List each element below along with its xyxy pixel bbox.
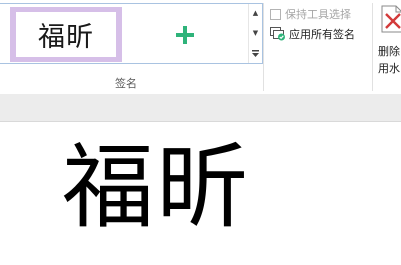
ribbon-bottom-band — [0, 94, 401, 122]
apply-all-signatures-button[interactable]: 应用所有签名 — [270, 26, 355, 42]
apply-all-signatures-label: 应用所有签名 — [289, 28, 355, 41]
keep-tool-selected-label: 保持工具选择 — [285, 8, 351, 21]
delete-watermark-label-line1: 删除 — [378, 45, 400, 58]
ribbon: 福昕 ▲ ▼ 签名 保持工具选择 应用所有签名 删除 用水 — [0, 0, 401, 95]
signature-group-label: 签名 — [115, 77, 137, 90]
placed-signature[interactable]: 福昕 — [62, 136, 250, 240]
signature-gallery: 福昕 ▲ ▼ — [0, 3, 263, 64]
gallery-more-button[interactable] — [249, 44, 262, 62]
add-signature-button[interactable] — [170, 20, 200, 50]
delete-watermark-button[interactable]: 删除 用水 — [378, 5, 401, 75]
triangle-up-icon: ▲ — [252, 9, 259, 17]
gallery-scrollbar: ▲ ▼ — [248, 4, 262, 63]
group-separator — [263, 3, 264, 91]
gallery-scroll-down-button[interactable]: ▼ — [249, 24, 262, 42]
gallery-scroll-up-button[interactable]: ▲ — [249, 4, 262, 22]
plus-icon — [176, 26, 194, 44]
page: 福昕 ▲ ▼ 签名 保持工具选择 应用所有签名 删除 用水 福昕 — [0, 0, 401, 265]
triangle-down-icon: ▼ — [252, 29, 259, 37]
document-canvas[interactable]: 福昕 — [0, 122, 401, 265]
signature-item-selected[interactable]: 福昕 — [10, 7, 122, 62]
delete-watermark-icon — [381, 5, 401, 33]
more-icon — [252, 49, 259, 57]
delete-watermark-label-line2: 用水 — [378, 62, 400, 75]
group-separator — [372, 3, 373, 91]
keep-tool-selected-option[interactable]: 保持工具选择 — [270, 6, 351, 22]
signature-preview: 福昕 — [16, 12, 116, 57]
placed-signature-text: 福昕 — [62, 134, 251, 241]
apply-signatures-icon — [270, 27, 286, 41]
keep-tool-selected-checkbox[interactable] — [270, 8, 281, 20]
signature-preview-text: 福昕 — [38, 22, 94, 53]
